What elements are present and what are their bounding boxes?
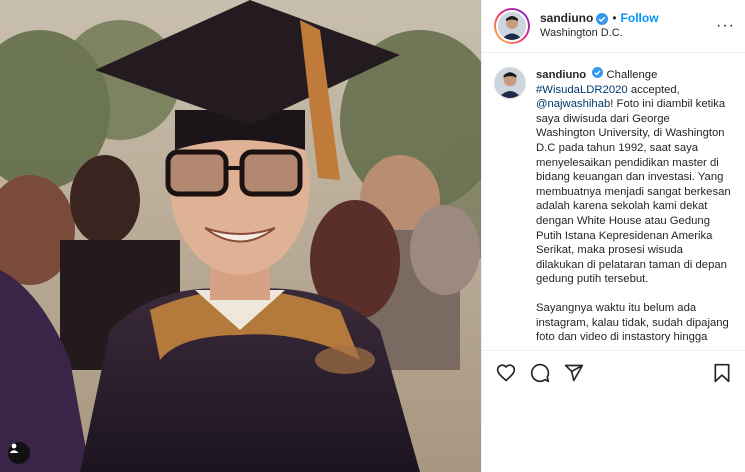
location-link[interactable]: Washington D.C. [540,26,716,41]
post-side-panel: sandiuno • Follow Washington D.C. ··· sa… [481,0,745,472]
caption-intro: Challenge [606,69,658,81]
action-bar [482,350,745,394]
graduation-photo-illustration [0,0,481,472]
avatar-image [495,68,525,98]
verified-badge-icon [592,67,604,78]
comment-button[interactable] [528,361,552,385]
caption-username-link[interactable]: sandiuno [536,69,586,81]
caption-body-1: ! Foto ini diambil ketika saya diwisuda … [536,98,731,286]
share-button[interactable] [562,361,586,385]
header-text: sandiuno • Follow Washington D.C. [540,11,716,41]
avatar [496,10,528,42]
caption-after-hashtag: accepted, [627,83,680,96]
bookmark-icon [714,363,730,382]
mention-link[interactable]: @najwashihab [536,98,610,110]
verified-badge-icon [596,12,609,25]
paper-plane-icon [564,364,584,381]
username-link[interactable]: sandiuno [540,11,593,26]
avatar-image [498,12,526,40]
caption-body-2: Sayangnya waktu itu belum ada instagram,… [536,301,729,344]
more-options-icon[interactable]: ··· [716,17,735,35]
caption-text: sandiuno Challenge #WisudaLDR2020 accept… [536,67,732,350]
caption-area: sandiuno Challenge #WisudaLDR2020 accept… [482,53,745,350]
caption-avatar[interactable] [494,67,526,99]
heart-icon [496,363,516,382]
post-header: sandiuno • Follow Washington D.C. ··· [482,0,745,53]
post-photo[interactable] [0,0,481,472]
user-tag-icon [9,443,19,453]
comment-icon [530,363,550,382]
follow-button[interactable]: Follow [621,11,659,26]
user-tag-button[interactable] [8,442,30,464]
save-button[interactable] [710,361,734,385]
separator-dot: • [612,11,617,25]
like-button[interactable] [494,361,518,385]
avatar-story-ring[interactable] [494,8,530,44]
hashtag-link[interactable]: #WisudaLDR2020 [536,84,628,96]
